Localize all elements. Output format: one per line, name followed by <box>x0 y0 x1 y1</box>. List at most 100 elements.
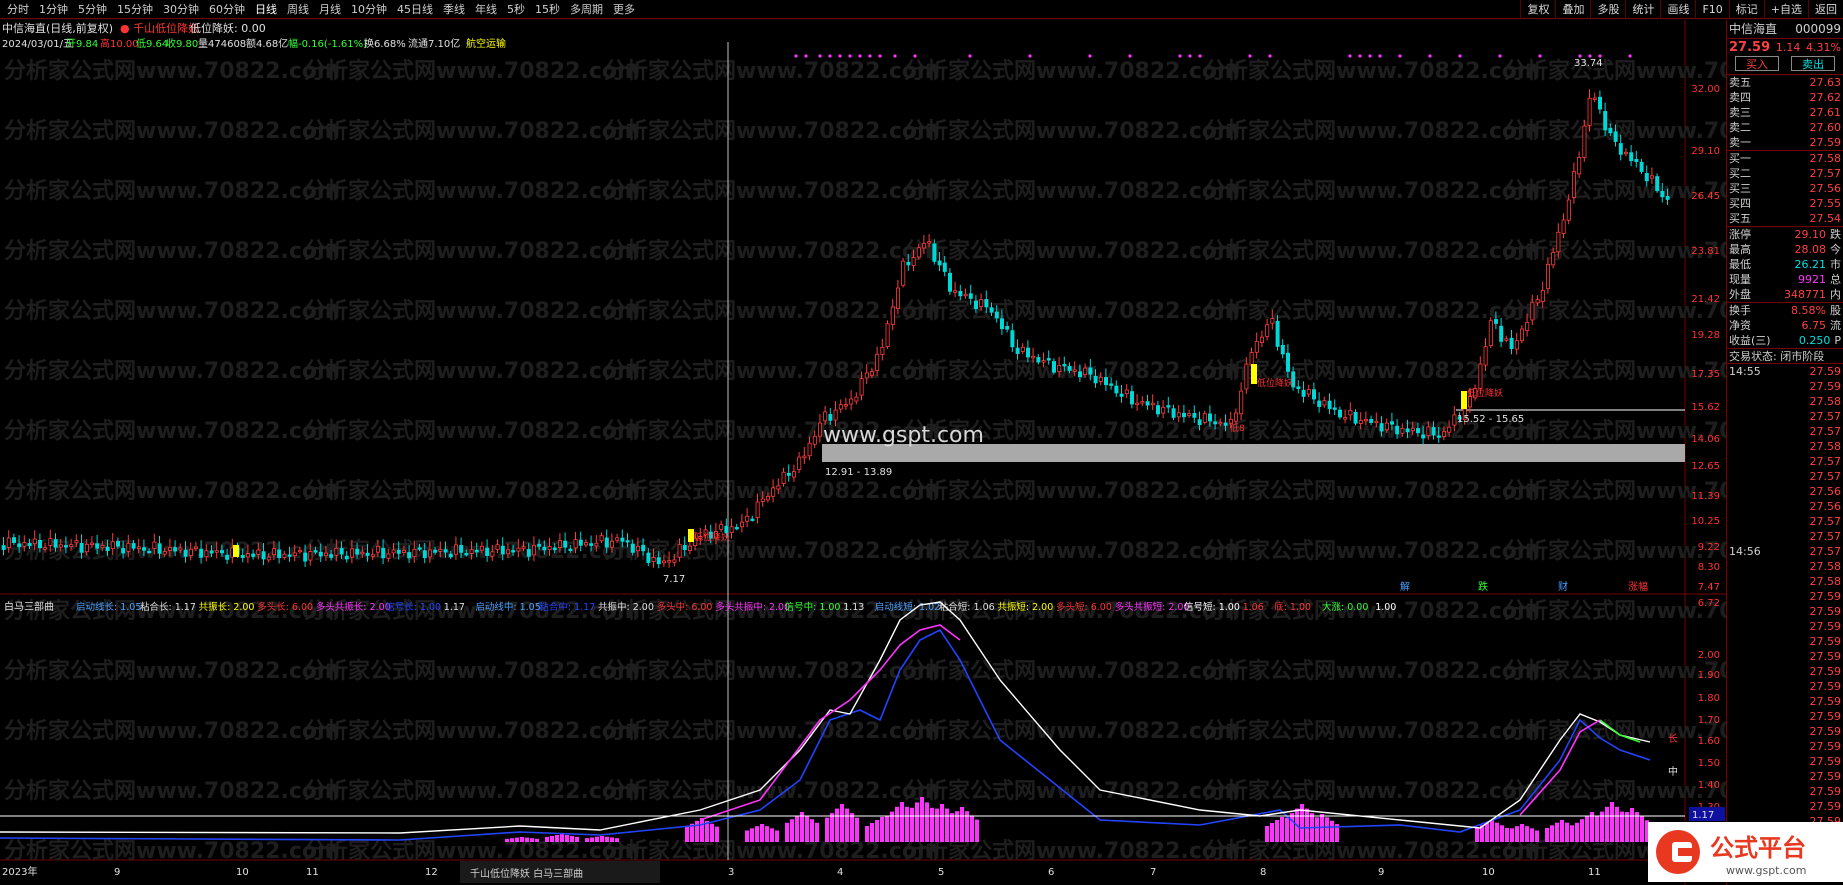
candle-body <box>17 543 22 548</box>
candle-body <box>896 287 901 309</box>
tick-price: 27.59 <box>1809 650 1842 663</box>
watermark-text: 分析家公式网www.70822.com <box>904 298 1240 324</box>
trade-state-text: 交易状态: 闭市阶段 <box>1729 350 1825 363</box>
book-row[interactable]: 卖四 27.62 <box>1727 90 1843 105</box>
watermark-text: 分析家公式网www.70822.com <box>904 238 1240 264</box>
period-tab[interactable]: 60分钟 <box>204 0 250 19</box>
book-row[interactable]: 卖二 27.60 <box>1727 120 1843 135</box>
tick-list[interactable]: 14:55 27.59 27.59 27.58 27.57 27.57 27.58 27.57… <box>1727 363 1843 844</box>
buy-button[interactable]: 买入 <box>1735 56 1779 71</box>
candle-body <box>786 472 791 476</box>
period-tab[interactable]: 月线 <box>314 0 346 19</box>
candle-body <box>563 540 568 548</box>
candle-body <box>490 551 495 557</box>
tool-button[interactable]: 叠加 <box>1555 0 1590 19</box>
candle-body <box>1218 421 1223 425</box>
tick-row: 27.57 <box>1727 469 1843 484</box>
book-row[interactable]: 买五 27.54 <box>1727 211 1843 226</box>
histogram-bar <box>1270 823 1274 842</box>
tool-button[interactable]: +自选 <box>1763 0 1808 19</box>
book-row[interactable]: 买二 27.57 <box>1727 166 1843 181</box>
histogram-bar <box>530 838 534 842</box>
candle-body <box>448 553 453 558</box>
book-row[interactable]: 买四 27.55 <box>1727 196 1843 211</box>
period-tab[interactable]: 15秒 <box>530 0 565 19</box>
period-tab[interactable]: 10分钟 <box>346 0 392 19</box>
period-tab[interactable]: 季线 <box>438 0 470 19</box>
candle-body <box>864 372 869 379</box>
book-row[interactable]: 买三 27.56 <box>1727 181 1843 196</box>
histogram-bar <box>1505 830 1509 842</box>
price-row: 27.59 1.14 4.31% <box>1727 38 1843 56</box>
tool-button[interactable]: F10 <box>1695 0 1728 19</box>
histogram-bar <box>555 834 559 842</box>
stat-row: 最高 28.08 今 <box>1727 242 1843 257</box>
watermark-text: 分析家公式网www.70822.com <box>904 718 1240 744</box>
brand-logo: 公式平台 www.gspt.com <box>1648 822 1843 882</box>
candle-body <box>1005 326 1010 330</box>
signal-dot <box>1088 54 1092 58</box>
tick-price: 27.57 <box>1809 530 1842 543</box>
book-row[interactable]: 卖五 27.63 <box>1727 75 1843 90</box>
period-tab[interactable]: 15分钟 <box>112 0 158 19</box>
watermark-text: 分析家公式网www.70822.com <box>1204 118 1540 144</box>
tool-button[interactable]: 画线 <box>1660 0 1695 19</box>
candle-body <box>818 422 823 437</box>
quote-line: 2024/03/01/五 开9.84 高10.00 低9.64 收9.80 量4… <box>2 37 506 50</box>
book-row[interactable]: 卖一 27.59 <box>1727 135 1843 150</box>
tool-button[interactable]: 统计 <box>1625 0 1660 19</box>
period-tab[interactable]: 30分钟 <box>158 0 204 19</box>
stat-label: 换手 <box>1729 304 1751 317</box>
candle-body <box>1540 290 1545 302</box>
tool-button[interactable]: 标记 <box>1728 0 1764 19</box>
candle-body <box>1026 347 1031 358</box>
candle-body <box>282 553 287 558</box>
tool-button[interactable]: 多股 <box>1590 0 1625 19</box>
watermark-text: 分析家公式网www.70822.com <box>1204 238 1540 264</box>
tool-button[interactable]: 复权 <box>1520 0 1555 19</box>
tool-button[interactable]: 返回 <box>1808 0 1843 19</box>
site-watermark: www.gspt.com <box>823 423 984 448</box>
period-tab[interactable]: 5秒 <box>502 0 530 19</box>
candle-body <box>859 378 864 396</box>
candle-body <box>370 554 375 557</box>
chart-area[interactable]: 分析家公式网www.70822.com分析家公式网www.70822.com分析… <box>0 20 1726 885</box>
candle-body <box>147 550 152 554</box>
signal-dot <box>1268 54 1272 58</box>
candle-body <box>1592 97 1597 100</box>
candle-body <box>48 538 53 546</box>
bottom-tab-label[interactable]: 千山低位降妖 白马三部曲 <box>470 867 583 880</box>
book-row[interactable]: 卖三 27.61 <box>1727 105 1843 120</box>
histogram-bar <box>880 817 884 842</box>
sell-button[interactable]: 卖出 <box>1791 56 1835 71</box>
period-tab[interactable]: 年线 <box>470 0 502 19</box>
candle-body <box>1161 406 1166 414</box>
candle-body <box>141 547 146 551</box>
period-tab[interactable]: 1分钟 <box>34 0 73 19</box>
period-tab[interactable]: 周线 <box>282 0 314 19</box>
period-tab[interactable]: 5分钟 <box>73 0 112 19</box>
histogram-bar <box>785 822 789 842</box>
candle-body <box>672 559 677 563</box>
candle-body <box>1603 111 1608 131</box>
histogram-bar <box>920 797 924 842</box>
candle-body <box>537 544 542 547</box>
watermark-text: 分析家公式网www.70822.com <box>4 178 340 204</box>
candle-body <box>734 527 739 530</box>
price-pct: 4.31% <box>1806 41 1841 54</box>
period-tab[interactable]: 分时 <box>2 0 34 19</box>
period-tab[interactable]: 多周期 <box>565 0 608 19</box>
tick-price: 27.59 <box>1809 365 1842 378</box>
period-tab[interactable]: 更多 <box>608 0 640 19</box>
book-row[interactable]: 买一 27.58 <box>1727 151 1843 166</box>
candle-body <box>199 548 204 558</box>
candle-body <box>173 547 178 552</box>
candle-body <box>188 548 193 556</box>
period-tab[interactable]: 45日线 <box>392 0 438 19</box>
period-tab[interactable]: 日线 <box>250 0 282 19</box>
signal-dot <box>1198 54 1202 58</box>
tick-price: 27.58 <box>1809 440 1842 453</box>
book-label: 买一 <box>1729 152 1751 165</box>
candle-body <box>922 243 927 249</box>
quote-date: 2024/03/01/五 <box>2 39 73 50</box>
